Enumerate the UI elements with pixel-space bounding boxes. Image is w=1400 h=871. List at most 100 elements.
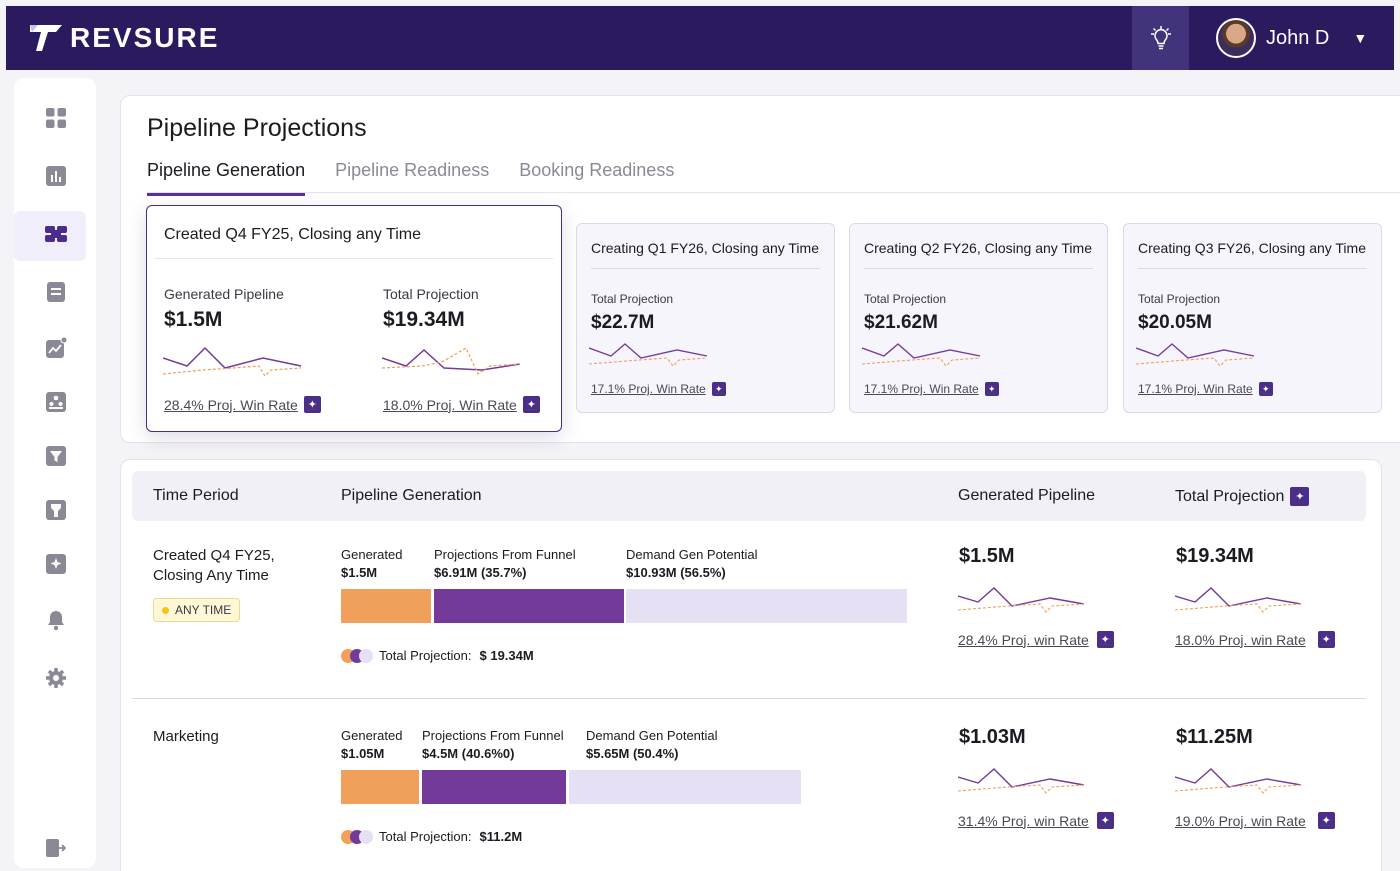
divider [155,258,553,259]
win-rate-text: 19.0% Proj. win Rate [1175,812,1306,829]
win-rate-link[interactable]: 19.0% Proj. win Rate ✦ [1175,812,1335,829]
divider [591,268,820,269]
sparkline [589,343,708,367]
page-title: Pipeline Projections [147,114,367,142]
legend-value: $11.2M [479,829,523,844]
bar-segment-funnel[interactable] [434,589,624,623]
column-header-pipeline-generation: Pipeline Generation [341,487,482,504]
sparkline [958,587,1085,613]
segment-name: Projections From Funnel [434,547,576,562]
win-rate-text: 28.4% Proj. Win Rate [164,396,298,413]
column-header-total-projection: Total Projection ✦ [1175,487,1310,506]
sparkle-icon[interactable]: ✦ [1317,631,1335,648]
projection-card-q3[interactable]: Creating Q3 FY26, Closing any Time Total… [1123,223,1382,413]
bar-segment-demand[interactable] [569,770,801,804]
bar-segment-generated[interactable] [341,770,419,804]
sparkle-icon[interactable]: ✦ [303,396,321,413]
segment-name: Demand Gen Potential [626,547,758,562]
segment-label-generated: Generated $1.5M [341,546,402,582]
projection-card-q1[interactable]: Creating Q1 FY26, Closing any Time Total… [576,223,835,413]
column-header-generated-pipeline: Generated Pipeline [958,487,1095,504]
metric-value: $21.62M [864,312,938,333]
total-projection-legend: Total Projection: $ 19.34M [341,648,534,663]
sparkle-icon[interactable]: ✦ [1096,812,1114,829]
sparkle-icon[interactable]: ✦ [1096,631,1114,648]
card-title: Created Q4 FY25, Closing any Time [164,226,422,243]
win-rate-link[interactable]: 28.4% Proj. win Rate ✦ [958,631,1114,648]
sparkline [163,346,302,377]
legend-dots-icon [341,648,373,663]
bar-segment-generated[interactable] [341,589,431,623]
legend-value: $ 19.34M [479,648,534,663]
metric-value: $20.05M [1138,312,1212,333]
segment-name: Demand Gen Potential [586,728,718,743]
sparkle-icon[interactable]: ✦ [1317,812,1335,829]
table-row-period: Created Q4 FY25, Closing Any Time [153,547,275,584]
metric-label: Total Projection [383,286,479,302]
bar-segment-funnel[interactable] [422,770,566,804]
divider [864,268,1093,269]
pipeline-icon[interactable] [44,222,68,246]
segment-label-demand: Demand Gen Potential $5.65M (50.4%) [586,727,718,763]
total-projection-legend: Total Projection: $11.2M [341,829,522,844]
bell-icon[interactable] [44,608,68,632]
metric-value: $22.7M [591,312,655,333]
tab-bar: Pipeline Generation Pipeline Readiness B… [147,160,704,196]
column-header-time-period: Time Period [153,487,239,504]
legend-dots-icon [341,829,373,844]
document-icon[interactable] [44,280,68,304]
user-menu[interactable]: John D ▼ [1216,18,1367,58]
segment-name: Generated [341,547,403,562]
trend-icon[interactable] [44,336,68,360]
top-bar: REVSURE John D ▼ [6,6,1394,70]
segment-value: $1.5M [341,565,378,580]
win-rate-link[interactable]: 17.1% Proj. Win Rate ✦ [591,382,726,396]
segment-name: Projections From Funnel [422,728,564,743]
time-badge: ANY TIME [153,598,241,622]
projection-card-q2[interactable]: Creating Q2 FY26, Closing any Time Total… [849,223,1108,413]
win-rate-link[interactable]: 17.1% Proj. Win Rate ✦ [1138,382,1273,396]
win-rate-link[interactable]: 17.1% Proj. Win Rate ✦ [864,382,999,396]
tab-pipeline-generation[interactable]: Pipeline Generation [147,160,306,196]
funnel-icon[interactable] [44,444,68,468]
segment-value: $10.93M (56.5%) [626,565,726,580]
sparkline [1136,343,1255,367]
sparkle-icon[interactable]: ✦ [522,396,540,413]
tab-divider [147,192,1400,193]
win-rate-link[interactable]: 28.4% Proj. Win Rate ✦ [164,396,321,413]
total-projection-value: $19.34M [1176,545,1254,567]
sparkle-icon[interactable]: ✦ [1290,487,1310,506]
logo[interactable]: REVSURE [28,22,219,54]
metric-value: $19.34M [383,308,465,331]
ai-icon[interactable] [44,552,68,576]
sparkle-icon[interactable]: ✦ [1258,382,1273,396]
sparkle-icon[interactable]: ✦ [984,382,999,396]
featured-projection-card[interactable]: Created Q4 FY25, Closing any Time Genera… [146,205,562,432]
logout-icon[interactable] [44,836,68,860]
metric-label: Total Projection [864,292,947,306]
generated-pipeline-value: $1.5M [959,545,1015,567]
sparkle-icon[interactable]: ✦ [711,382,726,396]
badge-dot [162,606,169,614]
dashboard-icon[interactable] [44,106,68,130]
segment-value: $1.05M [341,746,385,761]
avatar [1216,18,1256,58]
insights-button[interactable] [1132,6,1189,70]
row-divider [132,698,1366,699]
win-rate-link[interactable]: 31.4% Proj. win Rate ✦ [958,812,1114,829]
badge-label: ANY TIME [175,603,232,617]
filter-icon[interactable] [44,498,68,522]
bar-segment-demand[interactable] [626,589,907,623]
accounts-icon[interactable] [44,390,68,414]
gear-icon[interactable] [44,666,68,690]
chevron-down-icon[interactable]: ▼ [1353,30,1367,46]
win-rate-text: 17.1% Proj. Win Rate [864,382,979,396]
brand-name: REVSURE [70,22,220,53]
sparkline [862,343,981,367]
chart-icon[interactable] [44,164,68,188]
win-rate-link[interactable]: 18.0% Proj. win Rate ✦ [1175,631,1335,648]
sparkline [1175,587,1302,613]
tab-pipeline-readiness[interactable]: Pipeline Readiness [335,160,489,196]
tab-booking-readiness[interactable]: Booking Readiness [519,160,674,196]
win-rate-link[interactable]: 18.0% Proj. Win Rate ✦ [383,396,540,413]
